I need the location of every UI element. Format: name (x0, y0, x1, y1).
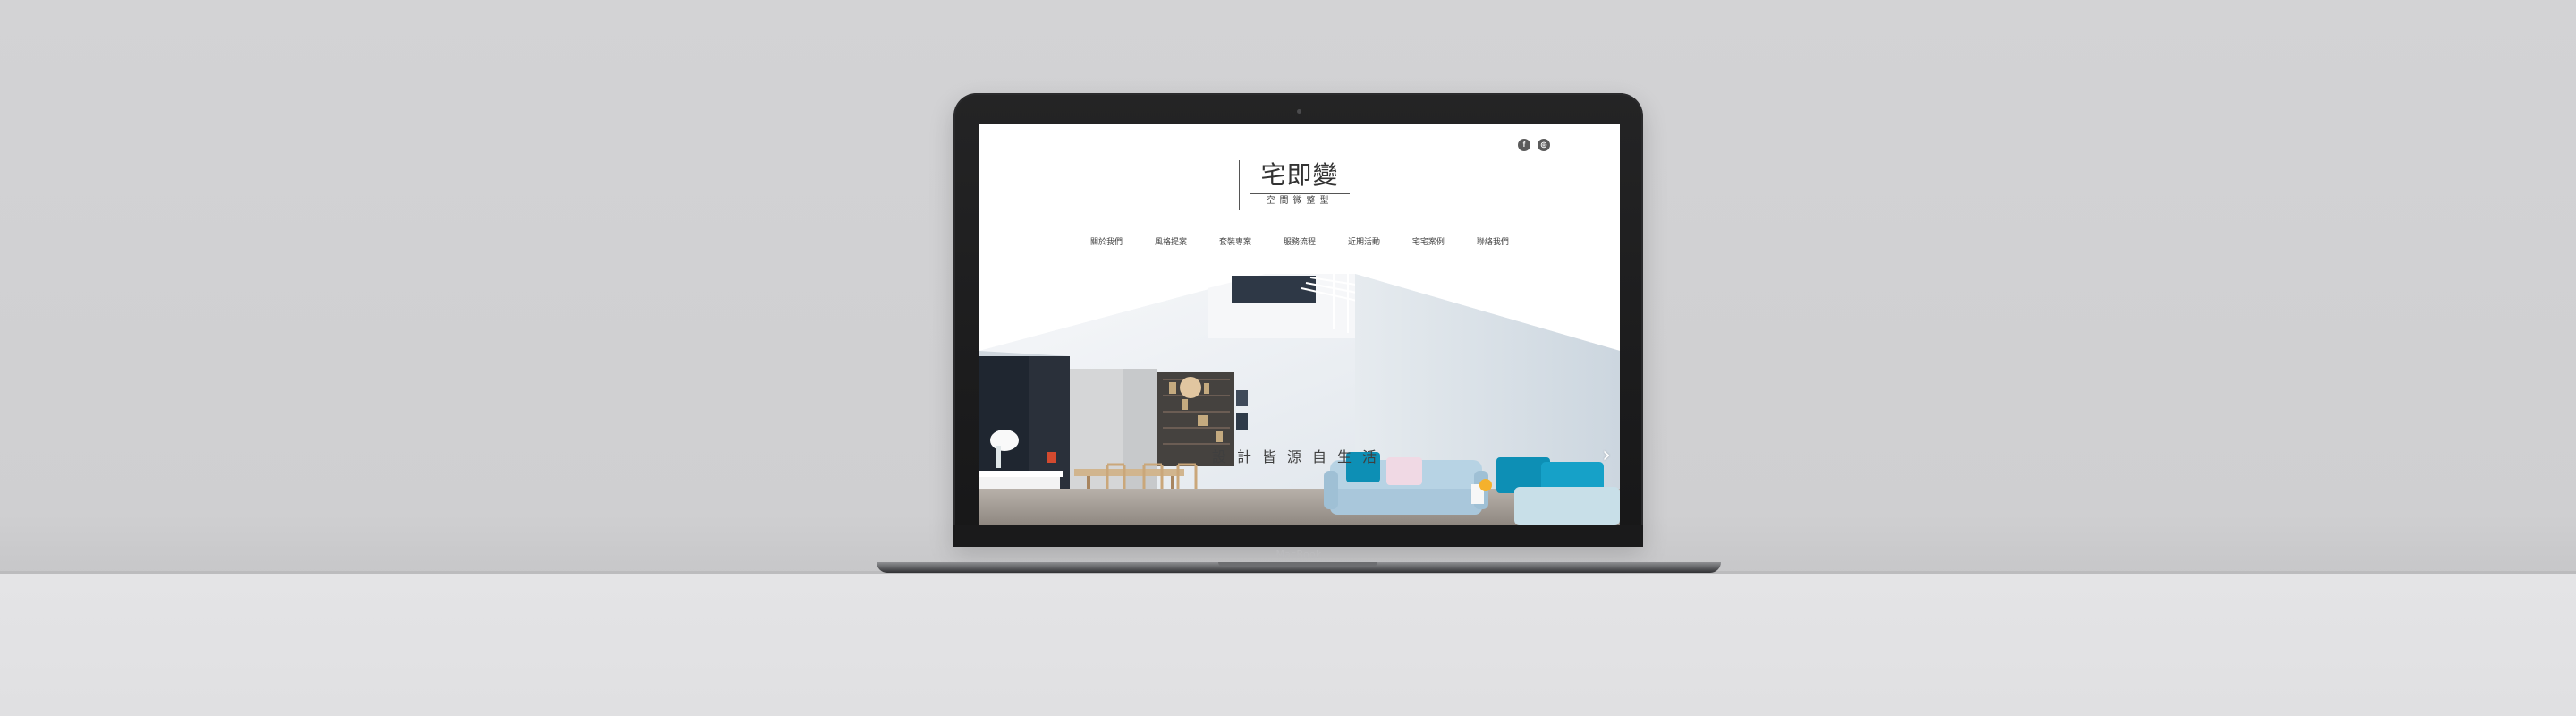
laptop-lid-bottom (953, 525, 1643, 547)
nav-recent-events[interactable]: 近期活動 (1348, 235, 1380, 247)
main-navigation: 關於我們 風格提案 套裝專案 服務流程 近期活動 宅宅案例 聯絡我們 (1090, 235, 1509, 247)
logo-subtitle: 空間微整型 (1266, 196, 1334, 206)
desk-surface (0, 574, 2576, 716)
site-logo[interactable]: 宅即變 空間微整型 (1239, 160, 1360, 210)
logo-main-text: 宅即變 (1260, 160, 1339, 190)
laptop-screen: f ◎ 宅即變 空間微整型 關於我們 風格提案 套裝專案 服務流程 近期活動 宅… (979, 124, 1620, 525)
laptop-notch (1218, 562, 1377, 567)
nav-about[interactable]: 關於我們 (1090, 235, 1123, 247)
website-header: f ◎ 宅即變 空間微整型 關於我們 風格提案 套裝專案 服務流程 近期活動 宅… (979, 124, 1620, 268)
nav-style-proposals[interactable]: 風格提案 (1155, 235, 1187, 247)
nav-package-projects[interactable]: 套裝專案 (1219, 235, 1251, 247)
chevron-right-icon[interactable]: › (1598, 444, 1614, 465)
hero-slogan: 設計皆源自生活 (1211, 448, 1387, 465)
hero-interior-image (979, 274, 1620, 525)
product-mockup-scene: f ◎ 宅即變 空間微整型 關於我們 風格提案 套裝專案 服務流程 近期活動 宅… (0, 0, 2576, 716)
instagram-icon[interactable]: ◎ (1538, 139, 1550, 151)
laptop-brand-label: MacBook (1275, 549, 1322, 560)
nav-service-process[interactable]: 服務流程 (1284, 235, 1316, 247)
nav-contact[interactable]: 聯絡我們 (1477, 235, 1509, 247)
camera-icon (1297, 109, 1301, 114)
facebook-icon[interactable]: f (1518, 139, 1530, 151)
logo-left-line (1239, 160, 1240, 210)
social-links: f ◎ (1518, 139, 1550, 151)
hero-slider: 設計皆源自生活 › (979, 274, 1620, 525)
logo-divider (1250, 193, 1350, 194)
nav-cases[interactable]: 宅宅案例 (1412, 235, 1445, 247)
